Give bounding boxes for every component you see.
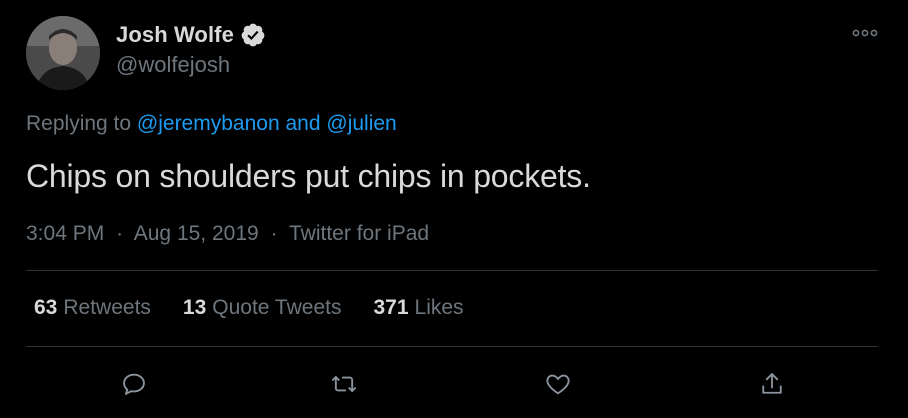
avatar[interactable]	[26, 16, 100, 90]
like-button[interactable]	[538, 364, 578, 404]
engagement-stats: 63 Retweets 13 Quote Tweets 371 Likes	[34, 296, 464, 320]
tweet-text: Chips on shoulders put chips in pockets.	[26, 158, 591, 194]
likes-stat[interactable]: 371 Likes	[373, 296, 463, 320]
reply-icon	[123, 373, 145, 395]
retweets-label: Retweets	[63, 296, 151, 319]
tweet-source[interactable]: Twitter for iPad	[289, 222, 429, 245]
likes-label: Likes	[414, 296, 464, 319]
replying-to-line: Replying to @jeremybanon and @julien	[26, 112, 397, 136]
retweets-stat[interactable]: 63 Retweets	[34, 296, 151, 320]
retweets-count: 63	[34, 296, 58, 319]
meta-separator: ·	[270, 222, 278, 245]
action-bar	[26, 364, 878, 404]
quote-tweets-count: 13	[182, 296, 207, 319]
mention-link-jeremybanon[interactable]: @jeremybanon	[137, 112, 280, 135]
verified-badge-icon	[240, 22, 266, 48]
tweet-time[interactable]: 3:04 PM	[26, 222, 104, 245]
share-button[interactable]	[752, 364, 792, 404]
tweet-date[interactable]: Aug 15, 2019	[134, 222, 259, 245]
retweet-button[interactable]	[324, 364, 364, 404]
likes-count: 371	[373, 296, 409, 319]
quote-tweets-stat[interactable]: 13 Quote Tweets	[183, 296, 342, 320]
like-icon	[546, 374, 570, 395]
replying-to-prefix: Replying to	[26, 112, 132, 135]
more-options-icon[interactable]	[852, 26, 878, 40]
quote-tweets-label: Quote Tweets	[212, 296, 342, 319]
reply-button[interactable]	[114, 364, 154, 404]
author-display-name[interactable]: Josh Wolfe	[116, 22, 234, 48]
tweet-meta: 3:04 PM · Aug 15, 2019 · Twitter for iPa…	[26, 222, 429, 246]
mention-link-julien[interactable]: @julien	[326, 112, 396, 135]
mention-joiner[interactable]: and	[285, 112, 320, 135]
share-icon	[762, 373, 782, 394]
meta-separator: ·	[116, 222, 124, 245]
divider-bottom	[26, 346, 878, 347]
author-handle[interactable]: @wolfejosh	[116, 52, 230, 78]
author-name-row[interactable]: Josh Wolfe	[116, 22, 266, 48]
avatar-photo	[26, 16, 100, 90]
divider-top	[26, 270, 878, 271]
retweet-icon	[331, 376, 357, 392]
